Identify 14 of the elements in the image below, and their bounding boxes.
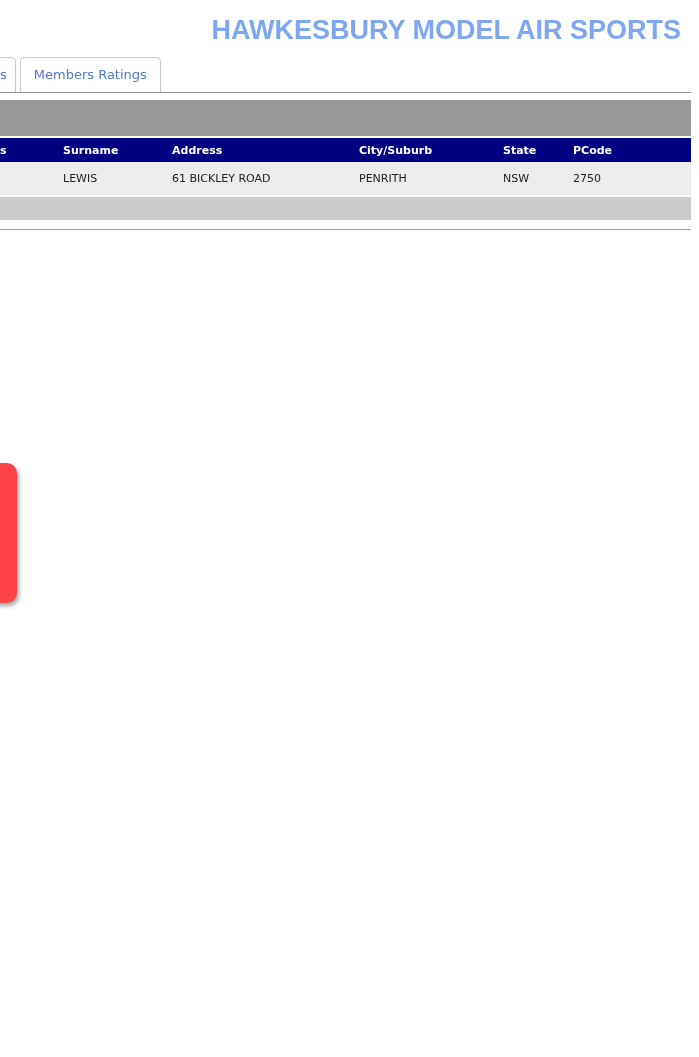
table-cell-text: PENRITH [359, 172, 408, 185]
table-cell-text: 2750 [573, 172, 602, 185]
table-cell-text: 61 BICKLEY ROAD [172, 172, 272, 185]
site-title: HAWKESBURY MODEL AIR SPORTS [211, 14, 681, 42]
column-header: PCode [573, 143, 614, 157]
column-header: City/Suburb [359, 143, 434, 157]
column-header: s [0, 143, 8, 157]
column-header: Address [172, 143, 224, 157]
table-cell-text: NSW [503, 172, 531, 185]
column-header: State [503, 143, 538, 157]
tab[interactable]: Members Ratings [19, 57, 161, 92]
table-cell-text: LEWIS [63, 172, 99, 185]
tab[interactable]: s [0, 57, 16, 92]
column-header: Surname [63, 143, 120, 157]
